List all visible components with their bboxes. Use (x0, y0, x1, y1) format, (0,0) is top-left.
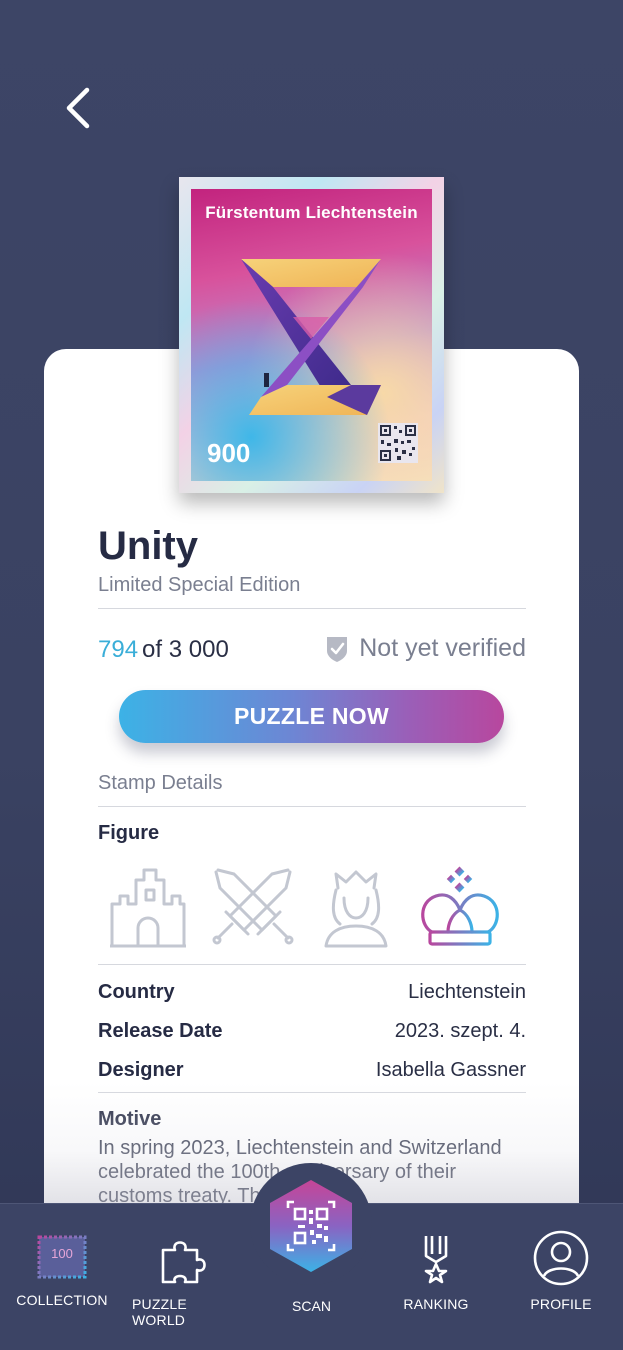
stamp-value: 900 (207, 438, 251, 468)
crossed-swords-icon[interactable] (212, 866, 294, 948)
impossible-hourglass-art (241, 259, 381, 415)
qr-code-icon (378, 423, 418, 463)
detail-value: 2023. szept. 4. (394, 1020, 526, 1042)
stamp-details-label: Stamp Details (98, 772, 223, 794)
stamp-country-text: Fürstentum Liechtenstein (205, 203, 418, 222)
divider (98, 1092, 526, 1093)
detail-key: Designer (98, 1059, 184, 1081)
stamp-image[interactable]: Fürstentum Liechtenstein 900 (179, 177, 444, 493)
shield-check-icon (327, 636, 348, 662)
figure-label: Figure (98, 822, 160, 844)
nav-label-scan[interactable]: SCAN (0, 1298, 623, 1314)
detail-key: Country (98, 981, 175, 1003)
divider (98, 806, 526, 807)
of-label: of (142, 636, 163, 663)
stamp-face: Fürstentum Liechtenstein 900 (191, 189, 432, 481)
user-icon (533, 1230, 589, 1286)
divider (98, 964, 526, 965)
chevron-left-icon (66, 87, 90, 129)
crown-icon[interactable] (418, 866, 502, 948)
stamp-subtitle: Limited Special Edition (98, 574, 301, 596)
owned-number: 794 (98, 636, 139, 663)
medal-icon (424, 1236, 448, 1284)
scan-button[interactable] (268, 1178, 354, 1274)
collection-badge: 100 (51, 1246, 73, 1261)
nav-collection[interactable]: 100 COLLECTION (16, 1234, 108, 1308)
detail-key: Release Date (98, 1020, 223, 1042)
verification-text: Not yet verified (359, 634, 526, 662)
verification-status[interactable]: Not yet verified (325, 634, 526, 663)
detail-value: Liechtenstein (408, 981, 526, 1003)
motive-label: Motive (98, 1108, 162, 1130)
puzzle-piece-icon (161, 1241, 206, 1284)
puzzle-now-button[interactable]: PUZZLE NOW (119, 690, 504, 743)
edition-count: 794 of 3 000 (98, 636, 229, 664)
stamp-collection-icon: 100 (37, 1235, 87, 1279)
stamp-title: Unity (98, 524, 198, 568)
detail-value: Isabella Gassner (375, 1059, 526, 1081)
detail-row-release-date: Release Date 2023. szept. 4. (98, 1020, 526, 1043)
back-button[interactable] (58, 86, 98, 130)
detail-row-designer: Designer Isabella Gassner (98, 1059, 526, 1082)
detail-row-country: Country Liechtenstein (98, 981, 526, 1004)
divider (98, 608, 526, 609)
princess-icon[interactable] (322, 866, 390, 948)
castle-icon[interactable] (108, 866, 188, 948)
edition-total: 3 000 (168, 636, 229, 663)
